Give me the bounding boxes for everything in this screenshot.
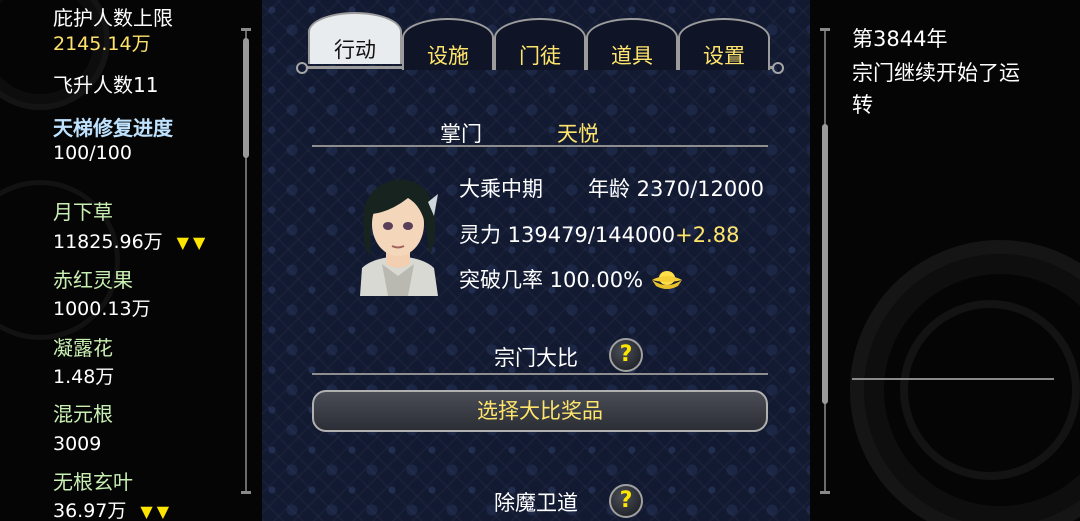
resource-value: 11825.96万 ▼▼ — [53, 230, 209, 255]
ladder-repair-label: 天梯修复进度 — [53, 116, 173, 140]
ascend-count: 飞升人数11 — [53, 73, 159, 97]
spirit-value: 灵力 139479/144000 — [459, 223, 676, 247]
scrollbar-cap — [241, 491, 251, 494]
resource-name: 赤红灵果 — [53, 268, 133, 292]
scrollbar-cap — [820, 28, 830, 31]
log-scrollbar[interactable] — [820, 28, 830, 494]
left-status-panel: 庇护人数上限 2145.14万 飞升人数11 天梯修复进度 100/100 月下… — [0, 0, 262, 521]
log-line: 转 — [852, 93, 873, 117]
help-icon[interactable]: ? — [609, 484, 643, 518]
tab-facilities[interactable]: 设施 — [402, 18, 494, 70]
resource-amount: 36.97万 — [53, 500, 127, 521]
breakthrough-rate: 突破几率 100.00% — [459, 268, 644, 292]
protect-limit-value: 2145.14万 — [53, 33, 151, 55]
resource-name: 月下草 — [53, 200, 113, 224]
event-log-panel: 第3844年 宗门继续开始了运 转 — [810, 0, 1080, 521]
resource-value: 36.97万 ▼▼ — [53, 499, 173, 521]
help-icon[interactable]: ? — [609, 338, 643, 372]
scrollbar-cap — [241, 28, 251, 31]
select-reward-button[interactable]: 选择大比奖品 — [312, 390, 768, 432]
spirit-bonus: +2.88 — [675, 223, 740, 247]
protect-limit-label: 庇护人数上限 — [53, 6, 173, 30]
decrease-arrows-icon: ▼▼ — [176, 233, 210, 252]
left-scrollbar[interactable] — [241, 28, 251, 494]
leader-portrait[interactable] — [342, 172, 454, 296]
breakthrough-row: 突破几率 100.00% — [459, 264, 684, 294]
scrollbar-thumb[interactable] — [243, 38, 249, 158]
cloud-ornament — [900, 300, 1080, 480]
log-divider — [852, 378, 1054, 380]
divider — [312, 373, 768, 375]
rail-end-ornament — [296, 62, 308, 74]
resource-amount: 11825.96万 — [53, 231, 163, 253]
leader-title: 掌门 — [440, 122, 482, 146]
tab-disciples[interactable]: 门徒 — [494, 18, 586, 70]
resource-name: 混元根 — [53, 402, 113, 426]
scrollbar-thumb[interactable] — [822, 124, 828, 404]
resource-amount: 1000.13万 — [53, 298, 151, 320]
rail-end-ornament — [772, 62, 784, 74]
scrollbar-cap — [820, 491, 830, 494]
resource-amount: 3009 — [53, 433, 102, 455]
demon-guard-label: 除魔卫道 — [494, 491, 578, 515]
leader-age: 年龄 2370/12000 — [588, 177, 764, 201]
resource-name: 凝露花 — [53, 336, 113, 360]
log-line: 宗门继续开始了运 — [852, 61, 1020, 85]
resource-name: 无根玄叶 — [53, 470, 133, 494]
leader-name: 天悦 — [557, 122, 599, 146]
gold-ingot-icon — [651, 271, 682, 289]
main-panel: 行动 设施 门徒 道具 设置 掌门 天悦 大乘中期 年龄 2370/12000 … — [262, 0, 810, 521]
leader-avatar-icon — [360, 179, 438, 296]
tournament-label: 宗门大比 — [494, 346, 578, 370]
leader-realm: 大乘中期 — [459, 177, 543, 201]
resource-amount: 1.48万 — [53, 366, 115, 388]
tab-settings[interactable]: 设置 — [678, 18, 770, 70]
tab-items[interactable]: 道具 — [586, 18, 678, 70]
divider — [312, 145, 768, 147]
tab-action[interactable]: 行动 — [308, 12, 402, 64]
decrease-arrows-icon: ▼▼ — [140, 502, 174, 521]
leader-spirit: 灵力 139479/144000+2.88 — [459, 219, 739, 249]
log-year: 第3844年 — [852, 27, 948, 51]
ladder-repair-value: 100/100 — [53, 142, 132, 164]
